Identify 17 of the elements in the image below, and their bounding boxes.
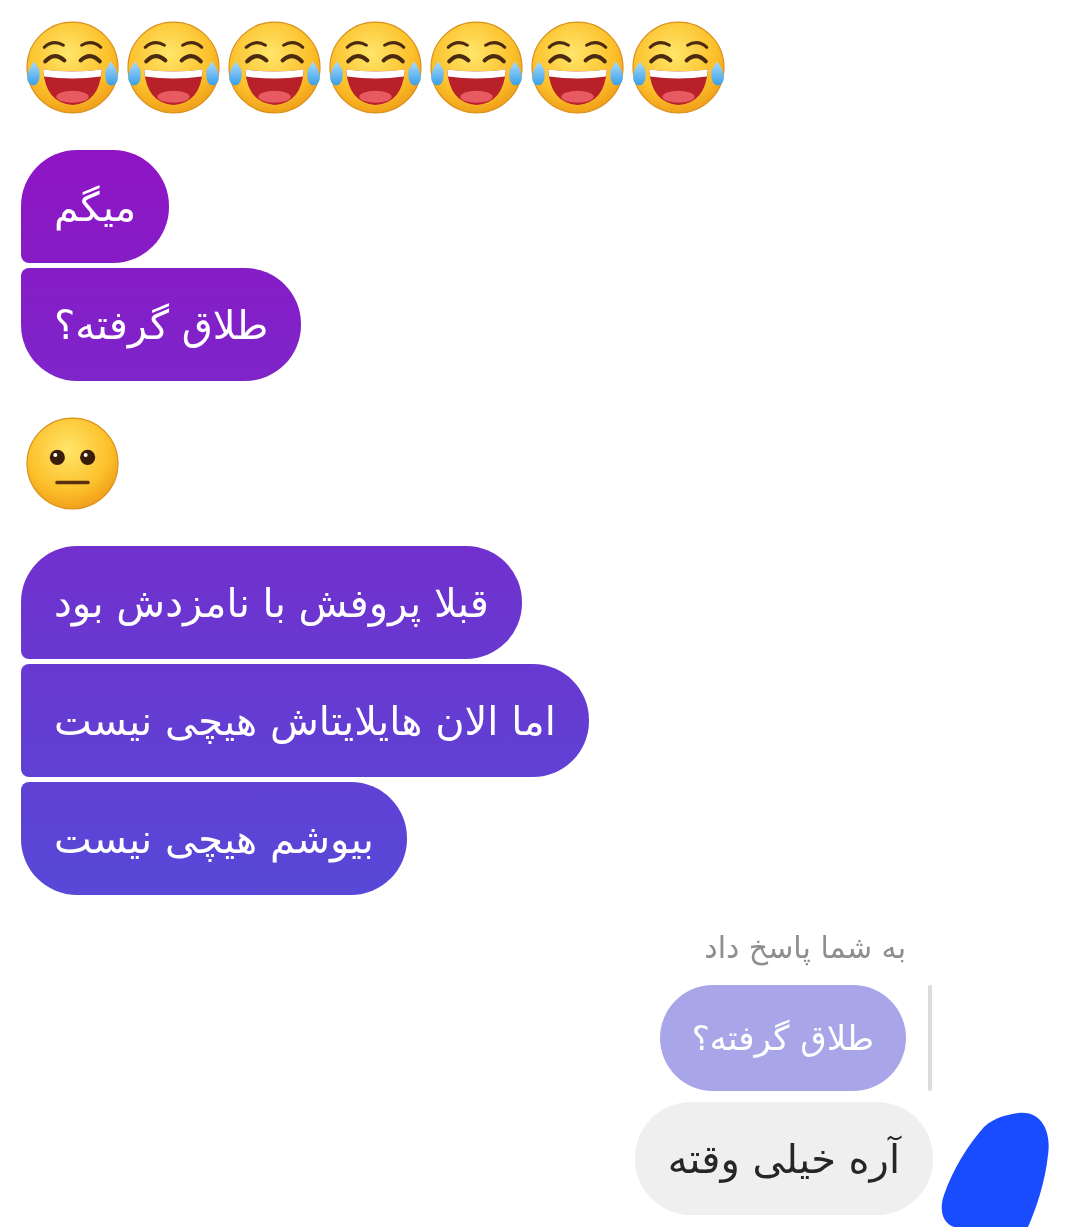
quoted-message-bubble: طلاق گرفته؟ (659, 985, 906, 1091)
laughing-crying-face-icon (530, 20, 625, 115)
message-bubble: اما الان هایلایتاش هیچی نیست (21, 664, 589, 777)
laughing-crying-face-icon (328, 20, 423, 115)
scribble-icon (940, 1111, 1050, 1227)
reply-note: به شما پاسخ داد (704, 930, 906, 966)
laughing-crying-face-icon (25, 20, 120, 115)
laughing-crying-face-icon (126, 20, 221, 115)
message-bubble: بیوشم هیچی نیست (21, 782, 407, 895)
message-bubble: آره خیلی وقته (634, 1102, 933, 1215)
message-bubble: طلاق گرفته؟ (21, 268, 302, 381)
message-bubble: قبلا پروفش با نامزدش بود (21, 546, 522, 659)
laughing-crying-face-icon (227, 20, 322, 115)
message-bubble: میگم (21, 150, 170, 263)
laughing-crying-face-icon (429, 20, 524, 115)
neutral-face-icon (25, 416, 120, 511)
laughing-crying-face-icon (631, 20, 726, 115)
